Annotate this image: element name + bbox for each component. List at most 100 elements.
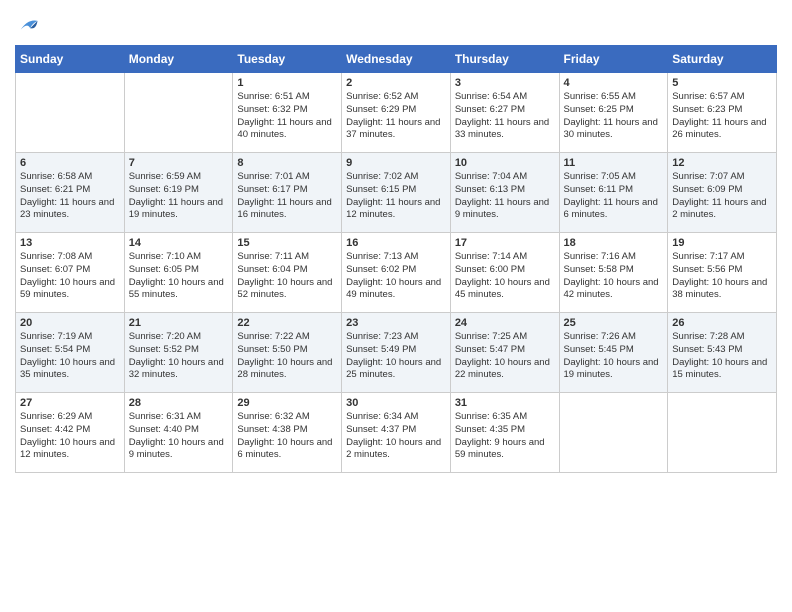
cell-content: Sunrise: 6:57 AMSunset: 6:23 PMDaylight:… xyxy=(672,91,772,142)
day-number: 1 xyxy=(237,77,337,89)
day-number: 14 xyxy=(129,237,229,249)
day-number: 6 xyxy=(20,157,120,169)
day-number: 12 xyxy=(672,157,772,169)
logo xyxy=(15,15,39,37)
header xyxy=(15,10,777,37)
calendar-cell: 14Sunrise: 7:10 AMSunset: 6:05 PMDayligh… xyxy=(124,233,233,313)
calendar-cell: 25 Sunrise: 7:26 AMSunset: 5:45 PMDayligh… xyxy=(559,313,668,393)
day-number: 28 xyxy=(129,397,229,409)
logo-bird-icon xyxy=(17,15,39,37)
cell-content: Sunrise: 7:07 AMSunset: 6:09 PMDaylight:… xyxy=(672,171,772,222)
cell-content: Sunrise: 6:35 AMSunset: 4:35 PMDaylight:… xyxy=(455,411,555,462)
cell-content: Sunrise: 6:51 AMSunset: 6:32 PMDaylight:… xyxy=(237,91,337,142)
week-row: 6 Sunrise: 6:58 AMSunset: 6:21 PMDaylight… xyxy=(16,153,777,233)
day-number: 30 xyxy=(346,397,446,409)
calendar-cell: 12 Sunrise: 7:07 AMSunset: 6:09 PMDayligh… xyxy=(668,153,777,233)
calendar-cell: 29Sunrise: 6:32 AMSunset: 4:38 PMDayligh… xyxy=(233,393,342,473)
calendar-cell: 5 Sunrise: 6:57 AMSunset: 6:23 PMDaylight… xyxy=(668,73,777,153)
cell-content: Sunrise: 7:28 AMSunset: 5:43 PMDaylight:… xyxy=(672,331,772,382)
day-number: 13 xyxy=(20,237,120,249)
day-number: 19 xyxy=(672,237,772,249)
cell-content: Sunrise: 7:20 AMSunset: 5:52 PMDaylight:… xyxy=(129,331,229,382)
cell-content: Sunrise: 7:25 AMSunset: 5:47 PMDaylight:… xyxy=(455,331,555,382)
day-number: 3 xyxy=(455,77,555,89)
cell-content: Sunrise: 7:22 AMSunset: 5:50 PMDaylight:… xyxy=(237,331,337,382)
calendar-cell: 2 Sunrise: 6:52 AMSunset: 6:29 PMDaylight… xyxy=(342,73,451,153)
cell-content: Sunrise: 7:01 AMSunset: 6:17 PMDaylight:… xyxy=(237,171,337,222)
day-number: 24 xyxy=(455,317,555,329)
week-row: 1 Sunrise: 6:51 AMSunset: 6:32 PMDaylight… xyxy=(16,73,777,153)
day-number: 11 xyxy=(564,157,664,169)
cell-content: Sunrise: 7:17 AMSunset: 5:56 PMDaylight:… xyxy=(672,251,772,302)
day-number: 20 xyxy=(20,317,120,329)
cell-content: Sunrise: 6:29 AMSunset: 4:42 PMDaylight:… xyxy=(20,411,120,462)
calendar-cell: 3 Sunrise: 6:54 AMSunset: 6:27 PMDaylight… xyxy=(450,73,559,153)
calendar-cell: 31 Sunrise: 6:35 AMSunset: 4:35 PMDayligh… xyxy=(450,393,559,473)
calendar-cell: 8 Sunrise: 7:01 AMSunset: 6:17 PMDaylight… xyxy=(233,153,342,233)
calendar-cell: 30 Sunrise: 6:34 AMSunset: 4:37 PMDayligh… xyxy=(342,393,451,473)
calendar-cell: 7 Sunrise: 6:59 AMSunset: 6:19 PMDaylight… xyxy=(124,153,233,233)
calendar-cell: 9Sunrise: 7:02 AMSunset: 6:15 PMDaylight… xyxy=(342,153,451,233)
cell-content: Sunrise: 7:19 AMSunset: 5:54 PMDaylight:… xyxy=(20,331,120,382)
day-number: 27 xyxy=(20,397,120,409)
cell-content: Sunrise: 6:59 AMSunset: 6:19 PMDaylight:… xyxy=(129,171,229,222)
cell-content: Sunrise: 6:52 AMSunset: 6:29 PMDaylight:… xyxy=(346,91,446,142)
cell-content: Sunrise: 7:16 AMSunset: 5:58 PMDaylight:… xyxy=(564,251,664,302)
cell-content: Sunrise: 7:23 AMSunset: 5:49 PMDaylight:… xyxy=(346,331,446,382)
cell-content: Sunrise: 7:14 AMSunset: 6:00 PMDaylight:… xyxy=(455,251,555,302)
calendar-cell: 17 Sunrise: 7:14 AMSunset: 6:00 PMDayligh… xyxy=(450,233,559,313)
calendar-cell: 19 Sunrise: 7:17 AMSunset: 5:56 PMDayligh… xyxy=(668,233,777,313)
cell-content: Sunrise: 7:13 AMSunset: 6:02 PMDaylight:… xyxy=(346,251,446,302)
week-row: 13 Sunrise: 7:08 AMSunset: 6:07 PMDayligh… xyxy=(16,233,777,313)
calendar-cell: 20 Sunrise: 7:19 AMSunset: 5:54 PMDayligh… xyxy=(16,313,125,393)
day-number: 2 xyxy=(346,77,446,89)
calendar-table: SundayMondayTuesdayWednesdayThursdayFrid… xyxy=(15,45,777,473)
cell-content: Sunrise: 7:08 AMSunset: 6:07 PMDaylight:… xyxy=(20,251,120,302)
cell-content: Sunrise: 7:04 AMSunset: 6:13 PMDaylight:… xyxy=(455,171,555,222)
day-number: 5 xyxy=(672,77,772,89)
calendar-cell: 26 Sunrise: 7:28 AMSunset: 5:43 PMDayligh… xyxy=(668,313,777,393)
calendar-cell: 13 Sunrise: 7:08 AMSunset: 6:07 PMDayligh… xyxy=(16,233,125,313)
cell-content: Sunrise: 7:26 AMSunset: 5:45 PMDaylight:… xyxy=(564,331,664,382)
calendar-cell: 11 Sunrise: 7:05 AMSunset: 6:11 PMDayligh… xyxy=(559,153,668,233)
day-number: 4 xyxy=(564,77,664,89)
day-number: 10 xyxy=(455,157,555,169)
cell-content: Sunrise: 6:54 AMSunset: 6:27 PMDaylight:… xyxy=(455,91,555,142)
day-number: 16 xyxy=(346,237,446,249)
calendar-cell: 23 Sunrise: 7:23 AMSunset: 5:49 PMDayligh… xyxy=(342,313,451,393)
day-number: 18 xyxy=(564,237,664,249)
calendar-cell: 15 Sunrise: 7:11 AMSunset: 6:04 PMDayligh… xyxy=(233,233,342,313)
cell-content: Sunrise: 6:55 AMSunset: 6:25 PMDaylight:… xyxy=(564,91,664,142)
header-row: SundayMondayTuesdayWednesdayThursdayFrid… xyxy=(16,46,777,73)
cell-content: Sunrise: 7:11 AMSunset: 6:04 PMDaylight:… xyxy=(237,251,337,302)
calendar-cell: 10 Sunrise: 7:04 AMSunset: 6:13 PMDayligh… xyxy=(450,153,559,233)
week-row: 20 Sunrise: 7:19 AMSunset: 5:54 PMDayligh… xyxy=(16,313,777,393)
day-number: 8 xyxy=(237,157,337,169)
weekday-header: Monday xyxy=(124,46,233,73)
weekday-header: Sunday xyxy=(16,46,125,73)
day-number: 23 xyxy=(346,317,446,329)
day-number: 7 xyxy=(129,157,229,169)
weekday-header: Friday xyxy=(559,46,668,73)
day-number: 17 xyxy=(455,237,555,249)
calendar-cell xyxy=(124,73,233,153)
cell-content: Sunrise: 7:05 AMSunset: 6:11 PMDaylight:… xyxy=(564,171,664,222)
calendar-cell xyxy=(559,393,668,473)
calendar-cell: 4 Sunrise: 6:55 AMSunset: 6:25 PMDaylight… xyxy=(559,73,668,153)
weekday-header: Thursday xyxy=(450,46,559,73)
cell-content: Sunrise: 6:32 AMSunset: 4:38 PMDaylight:… xyxy=(237,411,337,462)
day-number: 31 xyxy=(455,397,555,409)
cell-content: Sunrise: 6:34 AMSunset: 4:37 PMDaylight:… xyxy=(346,411,446,462)
day-number: 26 xyxy=(672,317,772,329)
calendar-cell: 22Sunrise: 7:22 AMSunset: 5:50 PMDayligh… xyxy=(233,313,342,393)
calendar-cell: 18 Sunrise: 7:16 AMSunset: 5:58 PMDayligh… xyxy=(559,233,668,313)
weekday-header: Saturday xyxy=(668,46,777,73)
week-row: 27 Sunrise: 6:29 AMSunset: 4:42 PMDayligh… xyxy=(16,393,777,473)
weekday-header: Wednesday xyxy=(342,46,451,73)
calendar-cell: 27 Sunrise: 6:29 AMSunset: 4:42 PMDayligh… xyxy=(16,393,125,473)
calendar-cell: 24 Sunrise: 7:25 AMSunset: 5:47 PMDayligh… xyxy=(450,313,559,393)
calendar-cell: 16 Sunrise: 7:13 AMSunset: 6:02 PMDayligh… xyxy=(342,233,451,313)
day-number: 25 xyxy=(564,317,664,329)
day-number: 15 xyxy=(237,237,337,249)
cell-content: Sunrise: 6:58 AMSunset: 6:21 PMDaylight:… xyxy=(20,171,120,222)
